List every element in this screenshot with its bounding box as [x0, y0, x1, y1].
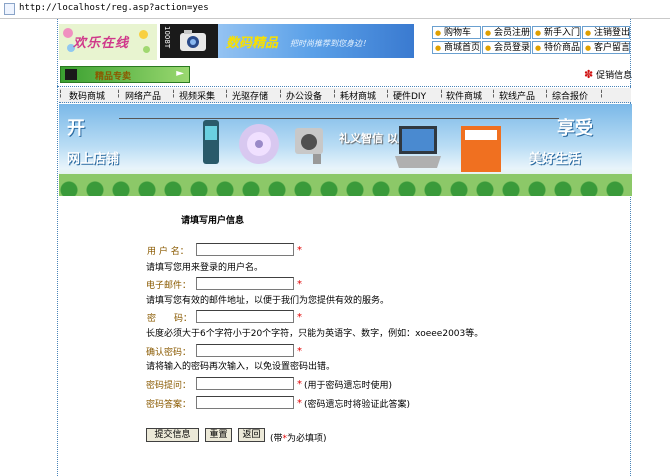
top-nav-cart[interactable]: 购物车 — [432, 26, 481, 40]
security-question-input[interactable] — [196, 377, 294, 390]
required-star: * — [297, 398, 302, 409]
hero-right-sub: 美好生活 — [529, 152, 582, 167]
product-box-icon — [461, 126, 501, 172]
form-title: 请填写用户信息 — [181, 216, 245, 226]
phone-icon — [203, 120, 219, 164]
menu-item-quotes[interactable]: 综合报价 — [552, 89, 588, 102]
top-nav-home[interactable]: 商城首页 — [432, 41, 481, 55]
menu-item-hardware[interactable]: 硬件DIY — [393, 89, 426, 102]
reset-button[interactable]: 重置 — [205, 428, 232, 442]
top-nav-guestbook[interactable]: 客户留言 — [582, 41, 630, 55]
username-input[interactable] — [196, 243, 294, 256]
hanging-wire — [119, 118, 559, 119]
email-input[interactable] — [196, 277, 294, 290]
menu-separator: ¦ — [545, 89, 549, 99]
menu-item-consumables[interactable]: 耗材商城 — [340, 89, 376, 102]
password-label: 密 码： — [147, 314, 193, 324]
address-bar[interactable]: http://localhost/reg.asp?action=yes — [0, 0, 670, 19]
security-answer-hint: (密码遗忘时将验证此答案) — [304, 400, 411, 410]
banner-dark-panel: 1008T — [160, 24, 218, 58]
username-hint: 请填写您用来登录的用户名。 — [146, 263, 264, 273]
banner-tagline: 把时尚推荐到您身边！ — [290, 39, 370, 48]
promo-link-label: 促销信息 — [596, 71, 633, 81]
site-logo[interactable]: 欢乐在线 — [59, 24, 157, 60]
menu-separator: ¦ — [59, 89, 63, 99]
security-question-label: 密码提问： — [146, 381, 192, 391]
logo-text: 欢乐在线 — [73, 36, 130, 51]
laptop-icon — [395, 126, 441, 168]
hero-right-big: 享受 — [557, 118, 593, 139]
security-answer-label: 密码答案： — [146, 400, 192, 410]
confirm-password-input[interactable] — [196, 344, 294, 357]
menu-item-cables[interactable]: 软线产品 — [499, 89, 535, 102]
page-icon — [4, 3, 15, 15]
top-nav-specials[interactable]: 特价商品 — [532, 41, 581, 55]
required-note-suffix: 为必填项) — [287, 434, 327, 444]
menu-separator: ¦ — [172, 89, 176, 99]
submit-button[interactable]: 提交信息 — [146, 428, 199, 442]
menu-item-software[interactable]: 软件商城 — [446, 89, 482, 102]
security-answer-input[interactable] — [196, 396, 294, 409]
category-menu: ¦ 数码商城 ¦ 网络产品 ¦ 视频采集 ¦ 光驱存储 ¦ 办公设备 ¦ 耗材商… — [59, 88, 631, 103]
required-star: * — [297, 312, 302, 323]
pin-icon: ✽ — [584, 68, 594, 81]
required-note-prefix: (带 — [270, 434, 283, 444]
arrow-right-icon: ► — [176, 68, 184, 79]
menu-separator: ¦ — [386, 89, 390, 99]
confirm-password-hint: 请将输入的密码再次输入，以免设置密码出错。 — [146, 362, 336, 372]
hero-left-sub: 网上店铺 — [67, 152, 120, 167]
menu-item-video[interactable]: 视频采集 — [179, 89, 215, 102]
camcorder-icon — [295, 128, 323, 164]
divider — [57, 86, 631, 87]
password-input[interactable] — [196, 310, 294, 323]
required-star: * — [297, 379, 302, 390]
cd-icon — [239, 124, 279, 164]
confirm-password-label: 确认密码： — [146, 348, 192, 358]
menu-separator: ¦ — [117, 89, 121, 99]
required-star: * — [297, 245, 302, 256]
specialty-store-label: 精品专卖 — [95, 72, 132, 82]
required-star: * — [297, 346, 302, 357]
camera-icon — [180, 30, 206, 51]
menu-separator: ¦ — [440, 89, 444, 99]
hero-banner: 开 网上店铺 享受 美好生活 礼义智信 以人为本 — [59, 104, 632, 196]
grass-decoration — [59, 174, 632, 196]
top-nav-logout[interactable]: 注销登出 — [582, 26, 630, 40]
password-hint: 长度必须大于6个字符小于20个字符，只能为英语字、数字，例如：xoeee2003… — [146, 329, 484, 339]
back-button[interactable]: 返回 — [238, 428, 265, 442]
menu-separator: ¦ — [279, 89, 283, 99]
promo-link[interactable]: ✽ 促销信息 — [584, 68, 632, 81]
menu-item-digital[interactable]: 数码商城 — [69, 89, 105, 102]
top-nav-register[interactable]: 会员注册 — [482, 26, 531, 40]
menu-item-network[interactable]: 网络产品 — [125, 89, 161, 102]
specialty-store-button[interactable]: 精品专卖 ► — [60, 66, 190, 83]
email-label: 电子邮件： — [146, 281, 192, 291]
menu-item-storage[interactable]: 光驱存储 — [232, 89, 268, 102]
banner-title: 数码精品 — [226, 36, 279, 51]
menu-separator: ¦ — [333, 89, 337, 99]
person-icon — [65, 69, 77, 80]
email-hint: 请填写您有效的邮件地址，以便于我们为您提供有效的服务。 — [146, 296, 390, 306]
username-label: 用 户 名： — [147, 247, 189, 257]
top-nav-beginner[interactable]: 新手入门 — [532, 26, 581, 40]
banner-side-text: 1008T — [163, 26, 171, 49]
menu-item-office[interactable]: 办公设备 — [286, 89, 322, 102]
hero-left-big: 开 — [67, 118, 85, 139]
security-question-hint: (用于密码遗忘时使用) — [304, 381, 393, 391]
address-url[interactable]: http://localhost/reg.asp?action=yes — [19, 3, 209, 13]
required-star: * — [297, 279, 302, 290]
menu-separator: ¦ — [492, 89, 496, 99]
required-note: (带*为必填项) — [270, 431, 327, 444]
menu-separator: ¦ — [600, 89, 604, 99]
header-banner: 1008T 数码精品 把时尚推荐到您身边！ — [160, 24, 414, 58]
menu-separator: ¦ — [225, 89, 229, 99]
top-nav-login[interactable]: 会员登录 — [482, 41, 531, 55]
